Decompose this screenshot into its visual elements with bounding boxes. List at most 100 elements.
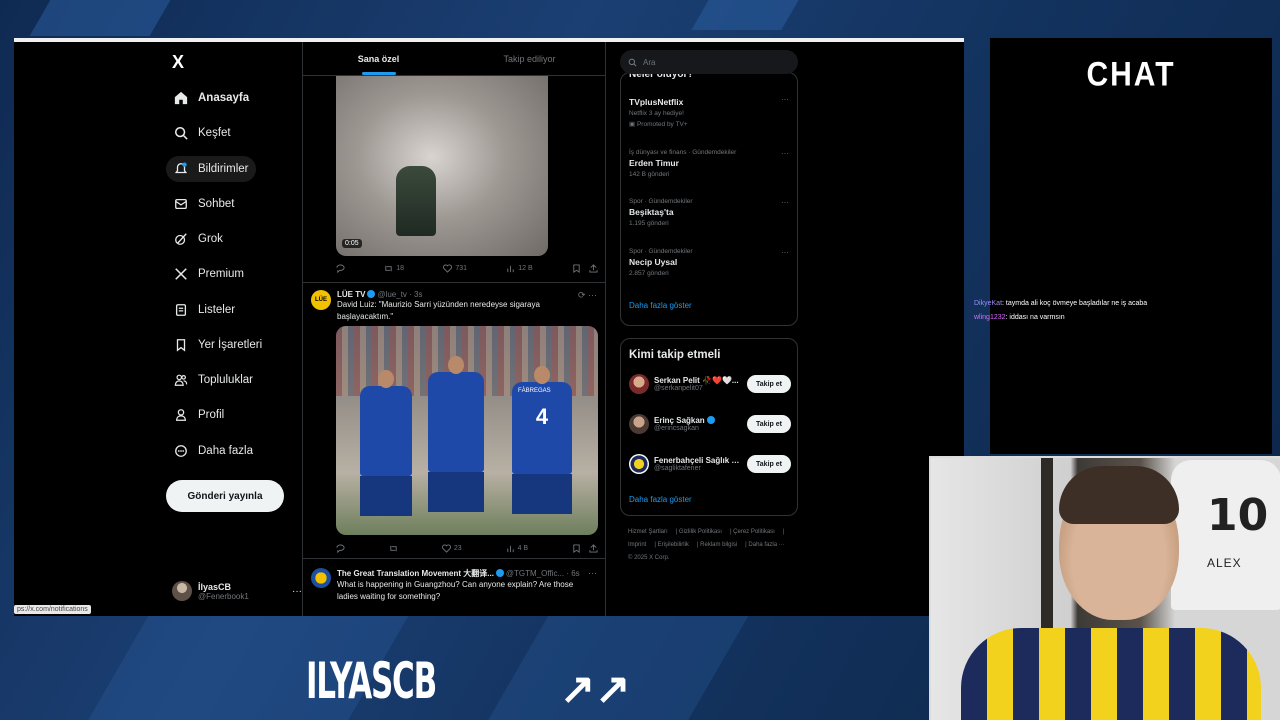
follow-suggestion[interactable]: Serkan Pelit 🥀❤️🤍... @serkanpelit07 Takip…: [629, 371, 791, 397]
photo-player: 4 FÀBREGAS: [512, 366, 572, 514]
nav-label: Daha fazla: [198, 445, 253, 457]
footer-link[interactable]: Imprint: [628, 542, 646, 548]
like-button[interactable]: 731: [443, 264, 467, 273]
footer-link[interactable]: Erişilebilirlik: [658, 542, 689, 548]
tweet-video[interactable]: 0:05: [336, 76, 548, 256]
tweet-actions: 23 4 B: [336, 544, 598, 553]
view-count: 12 B: [518, 265, 533, 272]
post-button[interactable]: Gönderi yayınla: [166, 480, 284, 512]
bookmark-icon: [174, 338, 188, 352]
who-to-follow-panel: Kimi takip etmeli Serkan Pelit 🥀❤️🤍... @s…: [620, 338, 798, 516]
retweet-button[interactable]: [389, 544, 398, 553]
tweet-more-icon[interactable]: ···: [588, 568, 597, 578]
tab-following[interactable]: Takip ediliyor: [454, 42, 605, 75]
search-input[interactable]: Ara: [620, 50, 798, 74]
nav-label: Grok: [198, 233, 223, 245]
trend-item[interactable]: İş dünyası ve finans · Gündemdekiler Erd…: [629, 149, 789, 178]
reply-icon: [336, 544, 345, 553]
photo-player: [428, 356, 484, 512]
retweet-button[interactable]: 18: [384, 264, 404, 273]
nav-item-communities[interactable]: Topluluklar: [166, 367, 261, 393]
follow-name-text: Erinç Sağkan: [654, 416, 705, 425]
trend-count: 2.857 gönderi: [629, 270, 669, 277]
more-icon[interactable]: ···: [292, 586, 302, 597]
search-icon: [174, 126, 188, 140]
like-count: 731: [455, 265, 468, 272]
trend-item[interactable]: TVplusNetflix Netflix 3 ay hediye! ▣ Pro…: [629, 95, 789, 128]
nav-item-chat[interactable]: Sohbet: [166, 191, 242, 217]
streamer-shirt: [961, 628, 1261, 720]
nav-item-premium[interactable]: Premium: [166, 261, 252, 287]
nav-item-notifications[interactable]: Bildirimler: [166, 156, 257, 182]
player-shorts: [360, 476, 412, 516]
footer-link[interactable]: Daha fazla ···: [748, 542, 784, 548]
follow-suggestion[interactable]: Erinç Sağkan @erincsagkan Takip et: [629, 411, 791, 437]
follow-button[interactable]: Takip et: [747, 455, 791, 473]
home-icon: [174, 91, 188, 105]
nav-item-bookmarks[interactable]: Yer İşaretleri: [166, 332, 270, 358]
tweet-author[interactable]: LÜE TV: [337, 290, 365, 299]
avatar: [629, 374, 649, 394]
views-button[interactable]: 12 B: [506, 264, 533, 273]
x-icon: [174, 267, 188, 281]
nav-item-lists[interactable]: Listeler: [166, 297, 243, 323]
photo-player: [360, 370, 412, 516]
nav-item-grok[interactable]: Grok: [166, 226, 231, 252]
footer-link[interactable]: Hizmet Şartları: [628, 529, 668, 535]
avatar[interactable]: LÜE: [311, 290, 331, 310]
trend-more-icon[interactable]: ···: [781, 248, 789, 257]
streamer-hair: [1059, 466, 1179, 524]
tweet-text: What is happening in Guangzhou? Can anyo…: [337, 580, 574, 601]
nav-item-more[interactable]: Daha fazla: [166, 438, 261, 464]
verified-icon: [495, 569, 504, 577]
divider: [303, 558, 605, 559]
tab-for-you[interactable]: Sana özel: [303, 42, 454, 75]
chat-text: : taymda ali koç övmeye başladılar ne iş…: [1002, 300, 1148, 307]
player-shorts: [512, 474, 572, 514]
player-shorts: [428, 472, 484, 512]
chat-message: wling1232: iddası na varmsın: [974, 314, 1065, 321]
follow-button[interactable]: Takip et: [747, 415, 791, 433]
footer-link[interactable]: Çerez Politikası: [733, 529, 775, 535]
footer-link[interactable]: Gizlilik Politikası: [679, 529, 722, 535]
tweet-header: The Great Translation Movement 大翻译... @TG…: [311, 568, 587, 603]
x-logo[interactable]: X: [172, 52, 184, 73]
tweet-author[interactable]: The Great Translation Movement 大翻译...: [337, 569, 494, 578]
follow-button[interactable]: Takip et: [747, 375, 791, 393]
follow-suggestion[interactable]: Fenerbahçeli Sağlık Ç... @sagliktafener T…: [629, 451, 791, 477]
views-button[interactable]: 4 B: [506, 544, 529, 553]
account-switcher[interactable]: İlyasCB @Fenerbook1 ···: [172, 576, 302, 606]
avatar[interactable]: [311, 568, 331, 588]
trend-more-icon[interactable]: ···: [781, 95, 789, 104]
video-figure: [396, 166, 436, 236]
tweet-photo[interactable]: 4 FÀBREGAS: [336, 326, 598, 535]
right-sidebar: Neler oluyor? TVplusNetflix Netflix 3 ay…: [620, 42, 798, 616]
trend-more-icon[interactable]: ···: [781, 198, 789, 207]
nav-item-explore[interactable]: Keşfet: [166, 120, 239, 146]
trend-name: TVplusNetflix: [629, 97, 684, 107]
footer-link[interactable]: Reklam bilgisi: [700, 542, 737, 548]
trend-item[interactable]: Spor · Gündemdekiler Beşiktaş'ta 1.195 g…: [629, 198, 789, 227]
like-button[interactable]: 23: [441, 544, 462, 553]
nav-item-home[interactable]: Anasayfa: [166, 85, 257, 111]
nav-item-profile[interactable]: Profil: [166, 402, 232, 428]
nav-label: Sohbet: [198, 198, 235, 210]
reply-button[interactable]: [336, 264, 345, 273]
chat-text: : iddası na varmsın: [1005, 314, 1065, 321]
chat-username: wling1232: [974, 314, 1006, 321]
tweet-extra-actions: [572, 264, 598, 273]
trend-more-icon[interactable]: ···: [781, 149, 789, 158]
chart-icon: [507, 265, 514, 273]
tweet-text: David Luiz: "Maurizio Sarri yüzünden ner…: [337, 300, 540, 321]
tweet-more-icon[interactable]: ⟳ ···: [578, 290, 597, 301]
decor-stripe: [29, 0, 171, 36]
trend-subtitle: Netflix 3 ay hediye!: [629, 110, 684, 117]
trend-item[interactable]: Spor · Gündemdekiler Necip Uysal 2.857 g…: [629, 248, 789, 277]
divider: [303, 282, 605, 283]
reply-button[interactable]: [336, 544, 345, 553]
left-navigation: X Anasayfa Keşfet Bildirimler Sohbet Gro…: [164, 42, 304, 616]
follow-show-more[interactable]: Daha fazla göster: [629, 495, 692, 504]
trends-show-more[interactable]: Daha fazla göster: [629, 301, 692, 310]
tweet-header: LÜE LÜE TV @lue_tv · 3s David Luiz: "Maur…: [311, 290, 587, 323]
view-count: 4 B: [517, 545, 529, 552]
